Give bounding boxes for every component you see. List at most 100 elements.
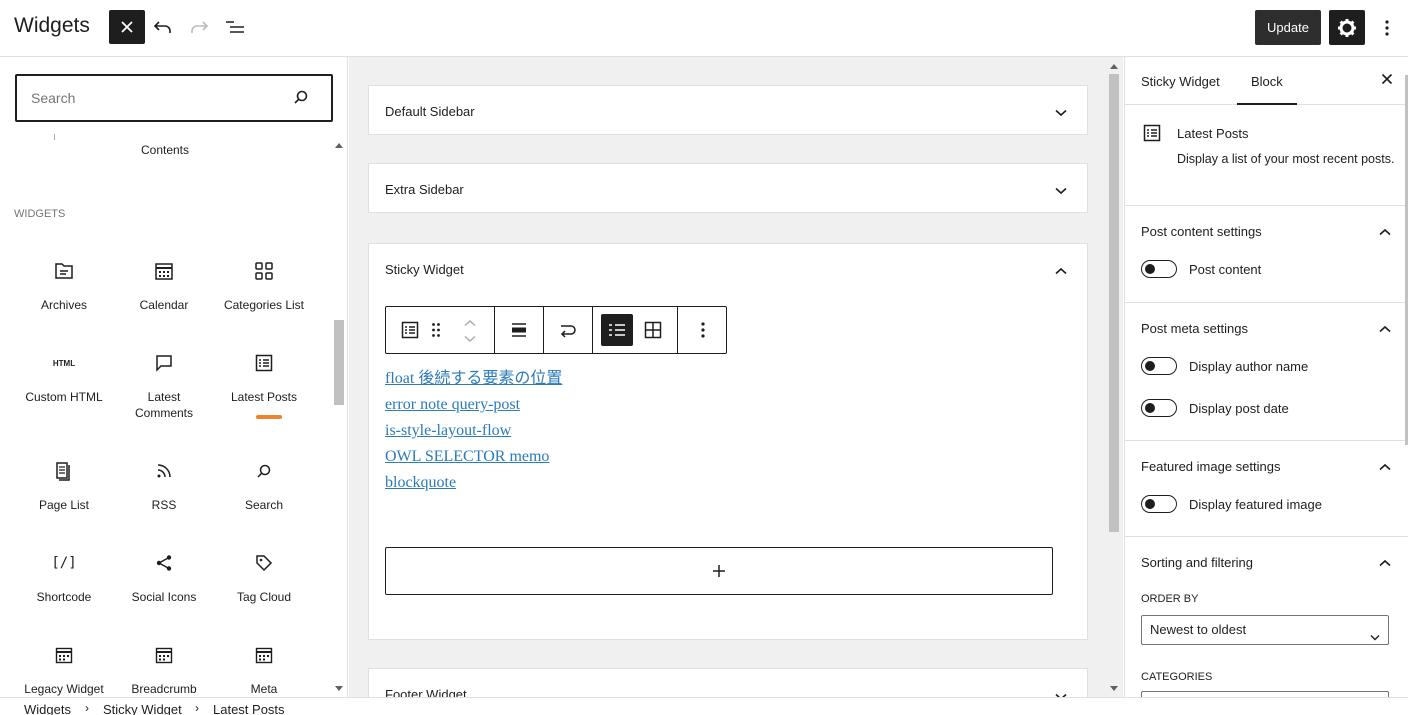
widget-area-title: Footer Widget — [385, 687, 467, 697]
undo-button[interactable] — [145, 10, 181, 44]
toggle-display-author-name[interactable]: Display author name — [1141, 356, 1308, 376]
toggle-switch[interactable] — [1141, 495, 1177, 513]
panel-title[interactable]: Sorting and filtering — [1141, 555, 1253, 570]
chevron-up-icon[interactable] — [1379, 224, 1391, 239]
block-item-custom-html[interactable]: HTML Custom HTML — [14, 351, 114, 405]
block-item-rss[interactable]: RSS — [114, 459, 214, 513]
breadcrumb-item[interactable]: Sticky Widget — [103, 702, 182, 715]
chevron-down-icon[interactable] — [1055, 689, 1067, 697]
toggle-switch[interactable] — [1141, 399, 1177, 417]
more-options-button[interactable] — [1373, 10, 1401, 45]
redo-button[interactable] — [181, 10, 217, 44]
block-item-latest-comments[interactable]: Latest Comments — [114, 351, 214, 421]
tab-sticky-widget[interactable]: Sticky Widget — [1127, 57, 1234, 105]
block-item-calendar[interactable]: Calendar — [114, 259, 214, 313]
block-label: RSS — [151, 498, 177, 512]
chevron-up-icon[interactable] — [1379, 321, 1391, 336]
search-icon[interactable] — [293, 89, 309, 108]
block-item-page-list[interactable]: Page List — [14, 459, 114, 513]
widget-area-sticky-widget[interactable]: Sticky Widget float 後続する要素の位置 error note… — [368, 243, 1088, 640]
update-button[interactable]: Update — [1255, 10, 1321, 45]
breadcrumb-item[interactable]: Latest Posts — [213, 702, 285, 715]
order-by-select[interactable]: Newest to oldest — [1141, 615, 1389, 645]
block-item-categories-list[interactable]: Categories List — [214, 259, 314, 313]
toggle-switch[interactable] — [1141, 357, 1177, 375]
settings-button[interactable] — [1329, 10, 1365, 45]
widget-area-extra-sidebar[interactable]: Extra Sidebar — [368, 163, 1088, 213]
block-search-input[interactable] — [17, 76, 267, 120]
toggle-label: Display author name — [1189, 358, 1309, 374]
block-label: Custom HTML — [25, 390, 103, 404]
align-button[interactable] — [503, 314, 535, 346]
block-item-tag-cloud[interactable]: Tag Cloud — [214, 551, 314, 605]
redo-icon — [191, 21, 209, 33]
chevron-down-icon[interactable] — [1055, 183, 1067, 198]
archive-icon — [14, 259, 114, 283]
close-inserter-button[interactable] — [109, 10, 145, 44]
add-block-button[interactable] — [385, 547, 1053, 595]
grid-view-toggle[interactable] — [637, 314, 669, 346]
post-link[interactable]: float 後続する要素の位置 — [385, 366, 562, 392]
grid-icon — [644, 321, 662, 339]
list-view-button[interactable] — [217, 10, 253, 44]
scroll-up-icon[interactable] — [1110, 64, 1118, 69]
move-down-icon[interactable] — [464, 335, 476, 343]
widget-icon — [14, 643, 114, 667]
block-item-legacy-widget[interactable]: Legacy Widget — [14, 643, 114, 697]
post-link[interactable]: error note query-post — [385, 392, 562, 418]
contents-block-label[interactable]: Contents — [115, 143, 215, 157]
toggle-label: Display featured image — [1189, 496, 1322, 512]
post-link[interactable]: is-style-layout-flow — [385, 418, 562, 444]
panel-post-content-settings: Post content settings Post content — [1125, 206, 1408, 303]
chevron-up-icon[interactable] — [1379, 555, 1391, 570]
block-item-latest-posts[interactable]: Latest Posts — [214, 351, 314, 405]
post-link[interactable]: blockquote — [385, 470, 562, 496]
widget-area-default-sidebar[interactable]: Default Sidebar — [368, 85, 1088, 135]
transform-button[interactable] — [552, 314, 584, 346]
scroll-up-icon[interactable] — [335, 143, 343, 148]
inserter-scrollbar[interactable] — [332, 140, 346, 697]
toggle-display-featured-image[interactable]: Display featured image — [1141, 494, 1322, 514]
block-item-search[interactable]: Search — [214, 459, 314, 513]
widget-area-footer-widget[interactable]: Footer Widget — [368, 668, 1088, 697]
scroll-down-icon[interactable] — [335, 686, 343, 691]
block-options-button[interactable] — [687, 314, 719, 346]
chevron-down-icon[interactable] — [1055, 105, 1067, 120]
post-link[interactable]: OWL SELECTOR memo — [385, 444, 562, 470]
chevron-up-icon[interactable] — [1379, 459, 1391, 474]
order-by-label: ORDER BY — [1141, 593, 1199, 605]
toggle-display-post-date[interactable]: Display post date — [1141, 398, 1289, 418]
block-item-archives[interactable]: Archives — [14, 259, 114, 313]
block-item-breadcrumb[interactable]: Breadcrumb — [114, 643, 214, 697]
panel-title[interactable]: Featured image settings — [1141, 459, 1280, 474]
close-icon — [121, 21, 133, 33]
panel-title[interactable]: Post meta settings — [1141, 321, 1248, 336]
drag-handle[interactable] — [424, 314, 448, 346]
scroll-down-icon[interactable] — [1110, 686, 1118, 691]
toggle-post-content[interactable]: Post content — [1141, 259, 1261, 279]
chevron-up-icon[interactable] — [1055, 263, 1067, 278]
canvas-scrollbar[interactable] — [1107, 57, 1123, 697]
tab-block[interactable]: Block — [1237, 57, 1297, 105]
align-none-icon — [512, 323, 526, 337]
more-vertical-icon — [1385, 19, 1389, 36]
plus-icon — [713, 565, 725, 577]
panel-title[interactable]: Post content settings — [1141, 224, 1262, 239]
scrollbar-thumb[interactable] — [334, 320, 344, 405]
block-search-box[interactable] — [15, 74, 333, 122]
widget-icon — [214, 643, 314, 667]
close-icon[interactable] — [1381, 73, 1393, 88]
block-item-meta[interactable]: Meta — [214, 643, 314, 697]
undo-icon — [153, 21, 171, 33]
block-item-social-icons[interactable]: Social Icons — [114, 551, 214, 605]
scrollbar-thumb[interactable] — [1109, 74, 1119, 532]
breadcrumb-item[interactable]: Widgets — [24, 702, 71, 715]
move-up-icon[interactable] — [464, 319, 476, 327]
latest-posts-list: float 後続する要素の位置 error note query-post is… — [385, 366, 562, 496]
block-item-shortcode[interactable]: [/] Shortcode — [14, 551, 114, 605]
block-type-button[interactable] — [394, 314, 426, 346]
drag-indicator — [256, 415, 282, 419]
toggle-switch[interactable] — [1141, 260, 1177, 278]
list-view-toggle[interactable] — [601, 314, 633, 346]
panel-sorting-and-filtering: Sorting and filtering ORDER BY Newest to… — [1125, 537, 1408, 697]
